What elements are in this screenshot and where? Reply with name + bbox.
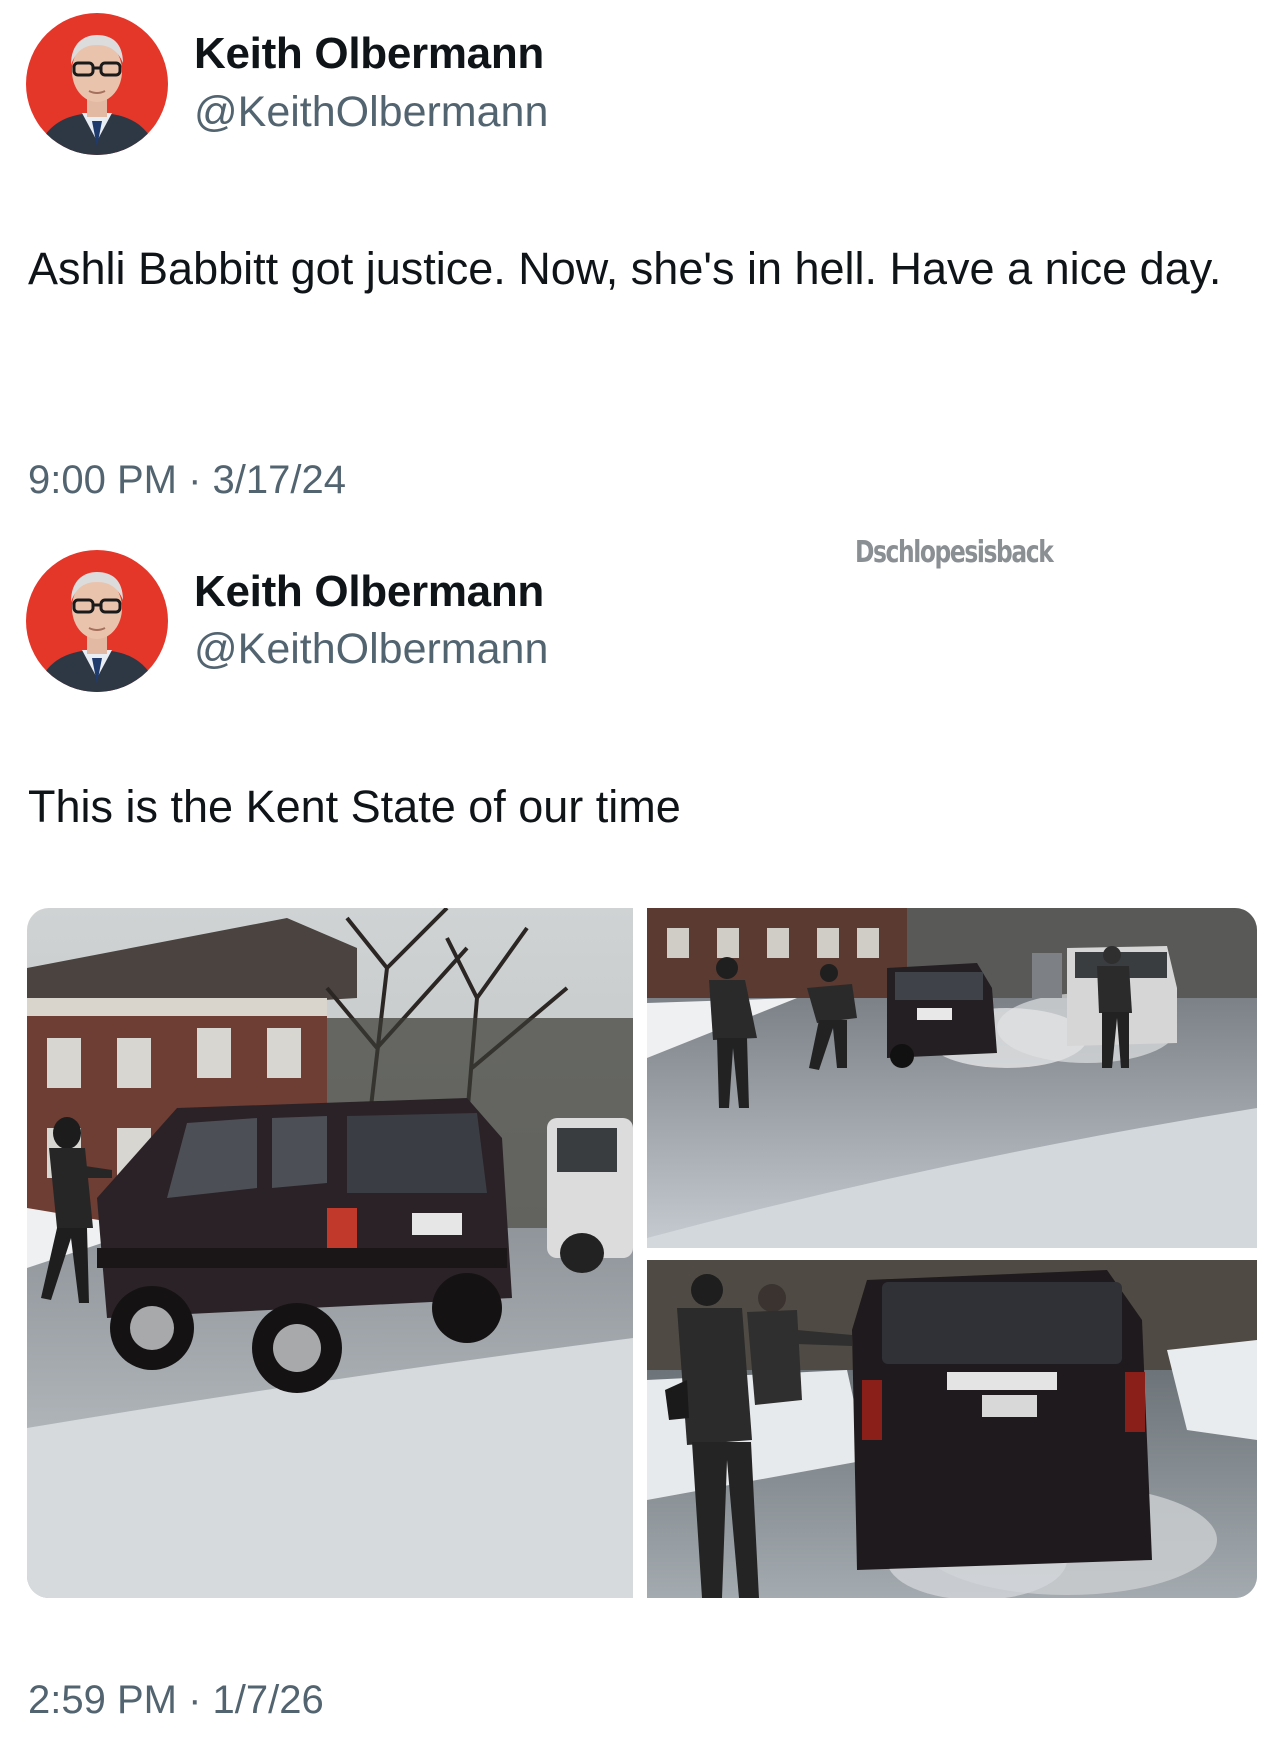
tweet-timestamp[interactable]: 2:59 PM · 1/7/26 [28, 1678, 324, 1723]
media-grid [27, 908, 1257, 1598]
media-photo-2[interactable] [647, 908, 1257, 1248]
tweet-2: Keith Olbermann @KeithOlbermann This is … [0, 540, 1284, 1738]
tweet-1: Keith Olbermann @KeithOlbermann Ashli Ba… [0, 0, 1284, 540]
photo-scene [647, 908, 1257, 1248]
author-handle[interactable]: @KeithOlbermann [194, 88, 548, 137]
photo-scene [27, 908, 633, 1598]
author-name[interactable]: Keith Olbermann [194, 29, 544, 79]
media-photo-3[interactable] [647, 1260, 1257, 1598]
tweet-text: Ashli Babbitt got justice. Now, she's in… [28, 243, 1222, 294]
media-photo-1[interactable] [27, 908, 633, 1598]
avatar-portrait [26, 13, 168, 155]
tweet-timestamp[interactable]: 9:00 PM · 3/17/24 [28, 458, 346, 503]
author-avatar[interactable] [26, 13, 168, 155]
avatar-portrait [26, 550, 168, 692]
photo-scene [647, 1260, 1257, 1598]
author-avatar[interactable] [26, 550, 168, 692]
tweet-text: This is the Kent State of our time [28, 781, 681, 832]
author-name[interactable]: Keith Olbermann [194, 567, 544, 617]
author-handle[interactable]: @KeithOlbermann [194, 625, 548, 674]
